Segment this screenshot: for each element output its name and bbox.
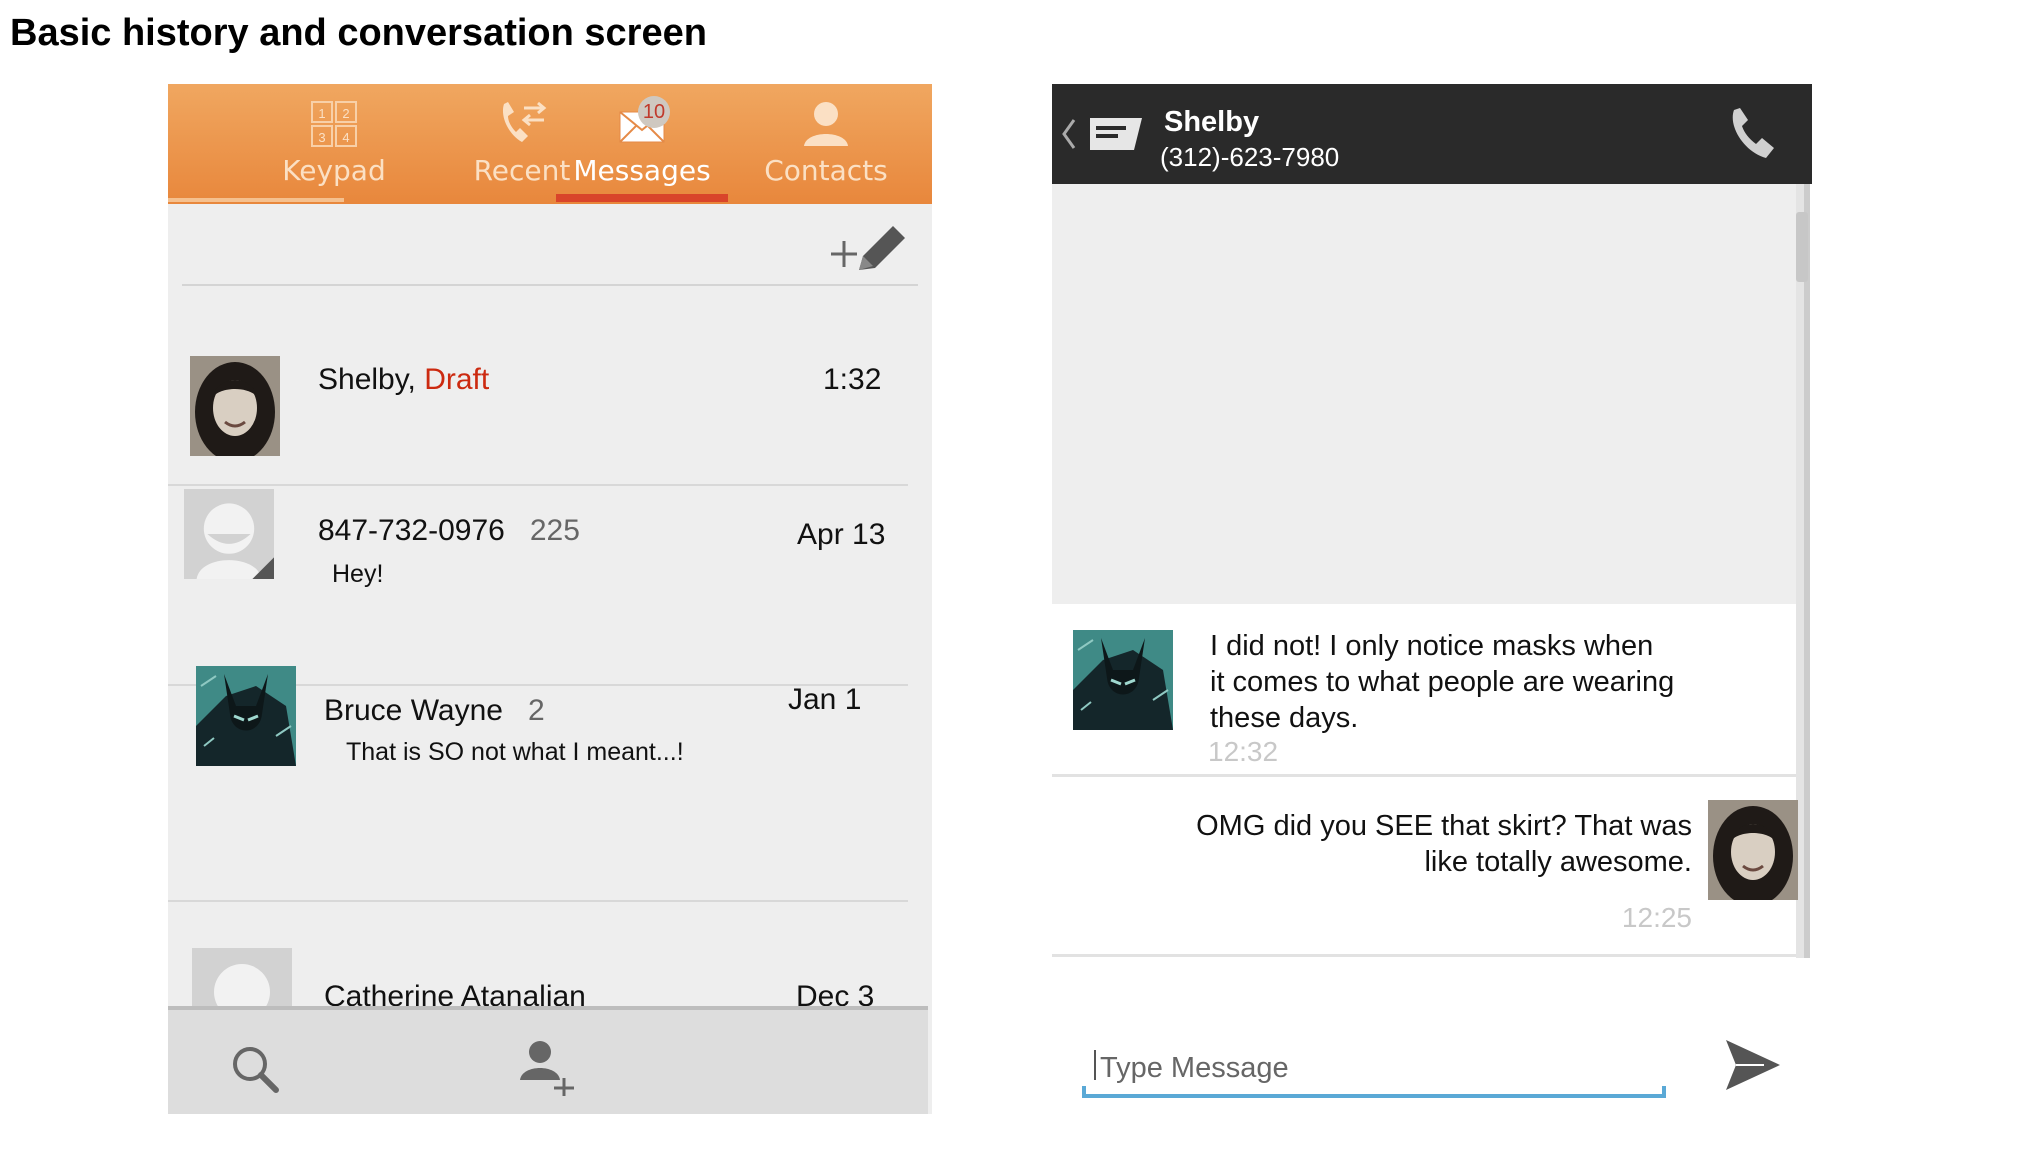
keypad-digit: 1 [318, 106, 325, 121]
row-divider [168, 900, 908, 902]
message-line: these days. [1210, 702, 1359, 734]
message-line: OMG did you SEE that skirt? That was [1196, 810, 1692, 842]
message-time: 12:25 [1621, 902, 1692, 933]
scrollbar-edge [1804, 184, 1810, 958]
compose-area [1052, 958, 1812, 1114]
input-underline [1082, 1094, 1666, 1098]
recent-calls-icon [502, 101, 547, 142]
conversation-title: Shelby, Draft [318, 363, 489, 397]
avatar [184, 489, 274, 579]
tab-label: Messages [573, 154, 711, 187]
avatar [190, 356, 280, 456]
message-preview: That is SO not what I meant...! [346, 738, 684, 766]
avatar [1073, 630, 1173, 730]
back-chevron-icon[interactable] [1060, 116, 1076, 152]
tab-label: Keypad [282, 154, 386, 187]
row-divider [168, 484, 908, 486]
active-tab-indicator [556, 194, 728, 202]
toolbar-divider [182, 284, 918, 286]
message-text: OMG did you SEE that skirt? That was lik… [1112, 808, 1692, 880]
person-icon [804, 102, 848, 146]
message-history-screen: 1 2 3 4 Keypad Recent Messages 10 Contac… [168, 84, 932, 1114]
message-line: I did not! I only notice masks when [1210, 630, 1654, 662]
conversation-screen: Shelby (312)-623-7980 I did not! I only … [1052, 84, 1812, 1114]
tab-label: Contacts [764, 154, 888, 187]
conversation-time: Apr 13 [797, 518, 886, 551]
message-line: it comes to what people are wearing [1210, 666, 1675, 698]
send-arrow-icon[interactable] [1724, 1038, 1782, 1092]
avatar [1708, 800, 1798, 900]
conversation-header: Shelby (312)-623-7980 [1052, 84, 1812, 184]
conversation-time: Jan 1 [788, 683, 862, 716]
message-divider [1052, 954, 1796, 957]
message-divider [1052, 774, 1796, 777]
keypad-icon: 1 2 3 4 [311, 101, 357, 147]
keypad-digit: 4 [342, 130, 349, 145]
conversation-title: 847-732-0976 225 [318, 514, 580, 548]
message-preview: Hey! [332, 560, 384, 588]
contact-number: (312)-623-7980 [1160, 142, 1340, 172]
unread-count-badge: 10 [638, 96, 670, 128]
phone-icon[interactable] [1724, 106, 1780, 162]
contact-name: Shelby, [318, 363, 416, 396]
input-underline-tick [1082, 1086, 1086, 1098]
message-count: 225 [529, 514, 580, 547]
draft-label: Draft [424, 363, 490, 396]
contact-name: Bruce Wayne [324, 694, 503, 727]
conversation-title: Bruce Wayne 2 [324, 694, 545, 728]
message-thread-empty-area [1052, 184, 1808, 604]
scrollbar-thumb[interactable] [1796, 212, 1808, 282]
input-underline-tick [1662, 1086, 1666, 1098]
contact-name: Shelby [1164, 106, 1260, 138]
message-input[interactable] [1082, 1048, 1680, 1088]
message-time: 12:32 [1208, 736, 1279, 767]
conversation-time: 1:32 [823, 363, 882, 396]
compose-plus-pencil-icon[interactable] [823, 218, 913, 278]
keypad-digit: 3 [318, 130, 325, 145]
keypad-digit: 2 [342, 106, 349, 121]
contact-name: 847-732-0976 [318, 514, 505, 547]
tab-divider [168, 198, 344, 202]
search-icon[interactable] [226, 1040, 286, 1100]
bottom-action-bar [168, 1006, 928, 1114]
page-title: Basic history and conversation screen [10, 12, 707, 54]
add-contact-icon[interactable] [516, 1036, 576, 1096]
tab-contacts[interactable]: Contacts [736, 84, 916, 204]
message-count: 2 [527, 694, 545, 727]
message-app-icon [1090, 118, 1142, 150]
message-text: I did not! I only notice masks when it c… [1210, 628, 1674, 736]
message-line: like totally awesome. [1424, 846, 1692, 878]
tab-keypad[interactable]: 1 2 3 4 Keypad [244, 84, 424, 204]
top-tab-bar: 1 2 3 4 Keypad Recent Messages 10 Contac… [168, 84, 932, 204]
avatar [196, 666, 296, 766]
